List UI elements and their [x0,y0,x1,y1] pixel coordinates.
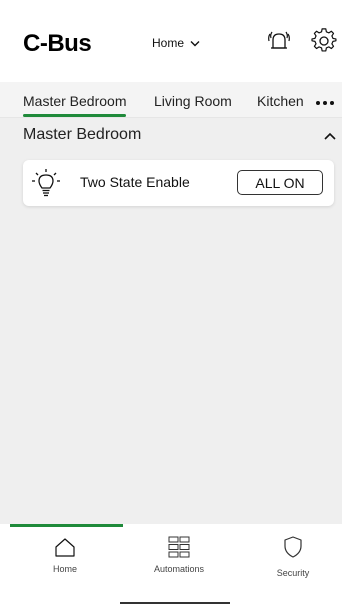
app-header: C-Bus Home [0,0,342,82]
shield-icon [284,536,302,558]
room-tabs: Master Bedroom Living Room Kitchen [0,82,342,118]
device-name: Two State Enable [80,174,190,190]
more-dot [323,101,327,105]
section-title: Master Bedroom [23,126,142,143]
room-content: Master Bedroom Two State Enable ALL ON [0,118,342,524]
nav-security-label: Security [276,568,310,578]
system-home-indicator [120,602,230,604]
location-selector[interactable]: Home [152,36,200,50]
nav-home-label: Home [52,564,77,574]
active-tab-indicator [10,524,123,527]
lightbulb-icon [32,169,60,197]
section-header[interactable]: Master Bedroom [23,126,336,148]
gear-icon[interactable] [311,28,337,54]
more-dot [316,101,320,105]
home-icon [55,538,75,557]
more-dot [330,101,334,105]
tab-kitchen[interactable]: Kitchen [257,93,304,109]
nav-automations-label: Automations [153,564,205,574]
bottom-navigation: Home Automations Security [0,524,342,605]
cbus-logo: C-Bus [23,30,92,57]
nav-home[interactable]: Home [8,536,122,574]
location-selector-label: Home [152,36,185,50]
chevron-up-icon[interactable] [323,131,337,141]
alarm-icon[interactable] [266,28,292,54]
all-on-button[interactable]: ALL ON [237,170,323,195]
nav-automations[interactable]: Automations [122,536,236,574]
grid-icon [168,536,190,558]
chevron-down-icon [190,40,200,46]
tab-living-room[interactable]: Living Room [154,93,232,109]
tab-master-bedroom[interactable]: Master Bedroom [23,93,127,117]
more-tabs-icon[interactable] [316,101,334,105]
nav-security[interactable]: Security [236,536,342,578]
device-card: Two State Enable ALL ON [23,160,334,206]
